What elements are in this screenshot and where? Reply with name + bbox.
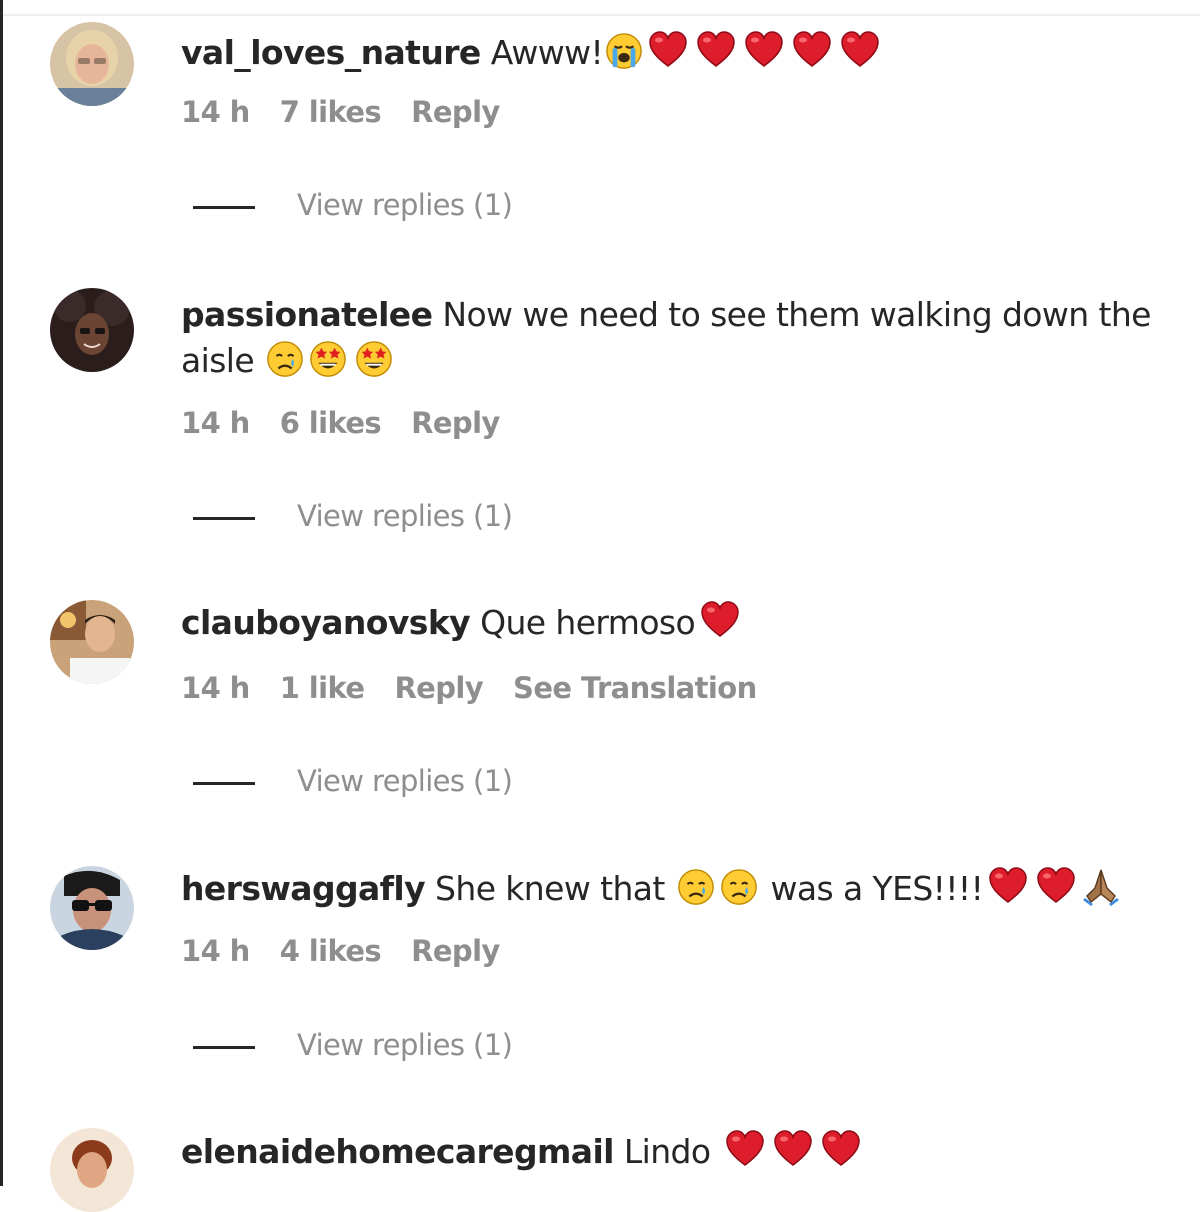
view-replies-button[interactable]: View replies (1) bbox=[193, 1028, 513, 1062]
red-heart-icon bbox=[818, 1129, 864, 1169]
view-replies-label: View replies (1) bbox=[297, 499, 513, 533]
comment-username[interactable]: passionatelee bbox=[181, 295, 433, 334]
view-replies-label: View replies (1) bbox=[297, 764, 513, 798]
top-divider bbox=[3, 14, 1200, 16]
reply-button[interactable]: Reply bbox=[411, 406, 500, 440]
view-replies-label: View replies (1) bbox=[297, 1028, 513, 1062]
likes-count[interactable]: 1 like bbox=[280, 671, 365, 705]
comment-emoji bbox=[983, 869, 1121, 908]
comment-emoji bbox=[264, 341, 396, 380]
comment-emoji bbox=[603, 33, 883, 72]
comment-time: 14 h bbox=[181, 406, 250, 440]
loudly-crying-face-icon bbox=[605, 32, 643, 70]
red-heart-icon bbox=[985, 866, 1031, 906]
comment-meta: 14 h 6 likes Reply bbox=[181, 406, 530, 440]
reply-button[interactable]: Reply bbox=[394, 671, 483, 705]
replies-dash bbox=[193, 781, 255, 785]
red-heart-icon bbox=[789, 30, 835, 70]
crying-face-icon bbox=[717, 868, 761, 906]
crying-face-icon bbox=[266, 340, 304, 378]
replies-dash bbox=[193, 516, 255, 520]
comment-text-before: She knew that bbox=[435, 869, 665, 908]
comment-text: Lindo bbox=[623, 1132, 711, 1171]
star-struck-face-icon bbox=[306, 340, 350, 378]
likes-count[interactable]: 6 likes bbox=[280, 406, 382, 440]
replies-dash bbox=[193, 205, 255, 209]
comment-emoji bbox=[695, 603, 743, 642]
red-heart-icon bbox=[697, 600, 743, 640]
avatar[interactable] bbox=[50, 600, 134, 684]
avatar[interactable] bbox=[50, 22, 134, 106]
comment-username[interactable]: val_loves_nature bbox=[181, 33, 481, 72]
avatar[interactable] bbox=[50, 866, 134, 950]
view-replies-button[interactable]: View replies (1) bbox=[193, 764, 513, 798]
comment-username[interactable]: elenaidehomecaregmail bbox=[181, 1132, 614, 1171]
view-replies-label: View replies (1) bbox=[297, 188, 513, 222]
comment-emoji bbox=[720, 1132, 864, 1171]
view-replies-button[interactable]: View replies (1) bbox=[193, 499, 513, 533]
red-heart-icon bbox=[722, 1129, 768, 1169]
red-heart-icon bbox=[770, 1129, 816, 1169]
comment-emoji-inline bbox=[675, 869, 761, 908]
comment-meta: 14 h 4 likes Reply bbox=[181, 934, 530, 968]
red-heart-icon bbox=[741, 30, 787, 70]
red-heart-icon bbox=[837, 30, 883, 70]
comment-time: 14 h bbox=[181, 934, 250, 968]
red-heart-icon bbox=[1033, 866, 1079, 906]
comment-username[interactable]: herswaggafly bbox=[181, 869, 426, 908]
likes-count[interactable]: 7 likes bbox=[280, 95, 382, 129]
reply-button[interactable]: Reply bbox=[411, 934, 500, 968]
star-struck-face-icon bbox=[352, 340, 396, 378]
avatar[interactable] bbox=[50, 288, 134, 372]
comment-meta: 14 h 1 like Reply See Translation bbox=[181, 671, 787, 705]
view-replies-button[interactable]: View replies (1) bbox=[193, 188, 513, 222]
replies-dash bbox=[193, 1045, 255, 1049]
comment-text: Que hermoso bbox=[480, 603, 696, 642]
crying-face-icon bbox=[677, 868, 715, 906]
comment-meta: 14 h 7 likes Reply bbox=[181, 95, 530, 129]
red-heart-icon bbox=[693, 30, 739, 70]
comment-time: 14 h bbox=[181, 95, 250, 129]
comment-username[interactable]: clauboyanovsky bbox=[181, 603, 471, 642]
avatar[interactable] bbox=[50, 1128, 134, 1212]
see-translation-button[interactable]: See Translation bbox=[513, 671, 757, 705]
likes-count[interactable]: 4 likes bbox=[280, 934, 382, 968]
comment-text: Awww! bbox=[490, 33, 604, 72]
folded-hands-icon bbox=[1081, 866, 1121, 906]
red-heart-icon bbox=[645, 30, 691, 70]
window-left-border bbox=[0, 0, 3, 1186]
comment-text-after: was a YES!!!! bbox=[770, 869, 984, 908]
reply-button[interactable]: Reply bbox=[411, 95, 500, 129]
comment-time: 14 h bbox=[181, 671, 250, 705]
